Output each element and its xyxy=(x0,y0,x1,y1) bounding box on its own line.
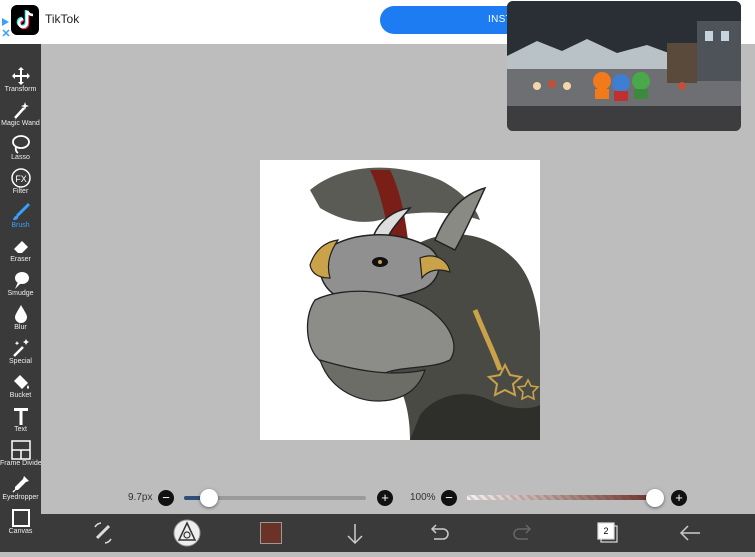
tool-label: Smudge xyxy=(7,290,34,297)
tool-label: Eraser xyxy=(10,256,31,263)
brush-opacity-slider[interactable] xyxy=(467,495,655,500)
tool-label: Filter xyxy=(12,188,29,195)
tool-label: Transform xyxy=(4,86,37,93)
tool-bucket[interactable]: Bucket xyxy=(0,372,41,406)
tool-brush[interactable]: Brush xyxy=(0,202,41,236)
tool-label: Lasso xyxy=(11,154,30,161)
tool-filter[interactable]: FX Filter xyxy=(0,168,41,202)
tool-eyedropper[interactable]: Eyedropper xyxy=(0,474,41,508)
bottom-toolbar: 2 xyxy=(41,514,755,552)
tool-text[interactable]: Text xyxy=(0,406,41,440)
tool-transform[interactable]: Transform xyxy=(0,66,41,100)
tiktok-logo-icon xyxy=(11,5,39,35)
size-increase-button[interactable]: + xyxy=(377,490,393,506)
canvas-icon xyxy=(11,509,30,527)
size-decrease-button[interactable]: − xyxy=(158,490,174,506)
layer-down-button[interactable] xyxy=(335,514,375,552)
opacity-increase-button[interactable]: + xyxy=(671,490,687,506)
tool-label: Text xyxy=(14,426,27,433)
brush-opacity-knob[interactable] xyxy=(646,489,664,507)
tool-magic-wand[interactable]: Magic Wand xyxy=(0,100,41,134)
tool-sidebar: Transform Magic Wand Lasso FX Filter Bru… xyxy=(0,44,44,552)
brush-icon xyxy=(12,202,30,220)
tool-label: Special xyxy=(9,358,32,365)
tool-label: Magic Wand xyxy=(1,120,40,127)
ad-choices-icon[interactable] xyxy=(2,18,10,38)
back-button[interactable] xyxy=(671,514,711,552)
fx-filter-icon: FX xyxy=(10,168,31,188)
tool-label: Blur xyxy=(14,324,27,331)
undo-icon xyxy=(430,524,449,540)
color-swatch-button[interactable] xyxy=(260,522,282,544)
tool-eraser[interactable]: Eraser xyxy=(0,236,41,270)
eraser-icon xyxy=(13,241,28,253)
tool-canvas[interactable]: Canvas xyxy=(0,508,41,542)
layers-button[interactable]: 2 xyxy=(587,514,627,552)
swap-pencil-eraser-icon xyxy=(94,522,112,544)
tool-lasso[interactable]: Lasso xyxy=(0,134,41,168)
artwork-illustration xyxy=(306,167,540,440)
droplet-icon xyxy=(14,305,27,323)
move-arrows-icon xyxy=(11,67,30,85)
text-t-icon xyxy=(13,408,28,425)
tool-label: Bucket xyxy=(9,392,32,399)
pip-video-player[interactable] xyxy=(507,1,741,131)
brush-size-value: 9.7px xyxy=(128,492,153,503)
eyedropper-icon xyxy=(11,476,29,493)
tool-blur[interactable]: Blur xyxy=(0,304,41,338)
swap-tools-button[interactable] xyxy=(83,514,123,552)
redo-button[interactable] xyxy=(503,514,543,552)
tool-label: Eyedropper xyxy=(2,494,39,501)
opacity-decrease-button[interactable]: − xyxy=(441,490,457,506)
sparkle-wand-icon xyxy=(12,339,29,357)
lasso-icon xyxy=(11,135,30,154)
frame-divider-icon xyxy=(10,440,31,460)
undo-button[interactable] xyxy=(419,514,459,552)
magic-wand-icon xyxy=(13,102,29,119)
tool-frame-divider[interactable]: Frame Divider xyxy=(0,440,44,474)
brush-settings-bar: 9.7px − + 100% − + xyxy=(41,485,755,511)
brush-preset-button[interactable] xyxy=(167,514,207,552)
tool-label: Canvas xyxy=(8,528,33,535)
paint-bucket-icon xyxy=(13,375,29,389)
tool-label: Frame Divider xyxy=(0,460,44,467)
arrow-down-icon xyxy=(347,524,363,545)
drawing-canvas[interactable] xyxy=(260,160,540,440)
tool-smudge[interactable]: Smudge xyxy=(0,270,41,304)
svg-text:FX: FX xyxy=(15,174,27,184)
tool-special[interactable]: Special xyxy=(0,338,41,372)
tool-label: Brush xyxy=(11,222,30,229)
redo-icon xyxy=(513,524,532,540)
brush-preset-icon xyxy=(173,519,201,547)
video-frame-thumbnail xyxy=(507,1,741,131)
arrow-left-icon xyxy=(679,525,700,541)
ad-app-name: TikTok xyxy=(45,12,80,26)
brush-opacity-value: 100% xyxy=(410,492,436,503)
brush-size-knob[interactable] xyxy=(200,489,219,507)
smudge-icon xyxy=(14,272,29,289)
layers-count: 2 xyxy=(603,526,609,536)
